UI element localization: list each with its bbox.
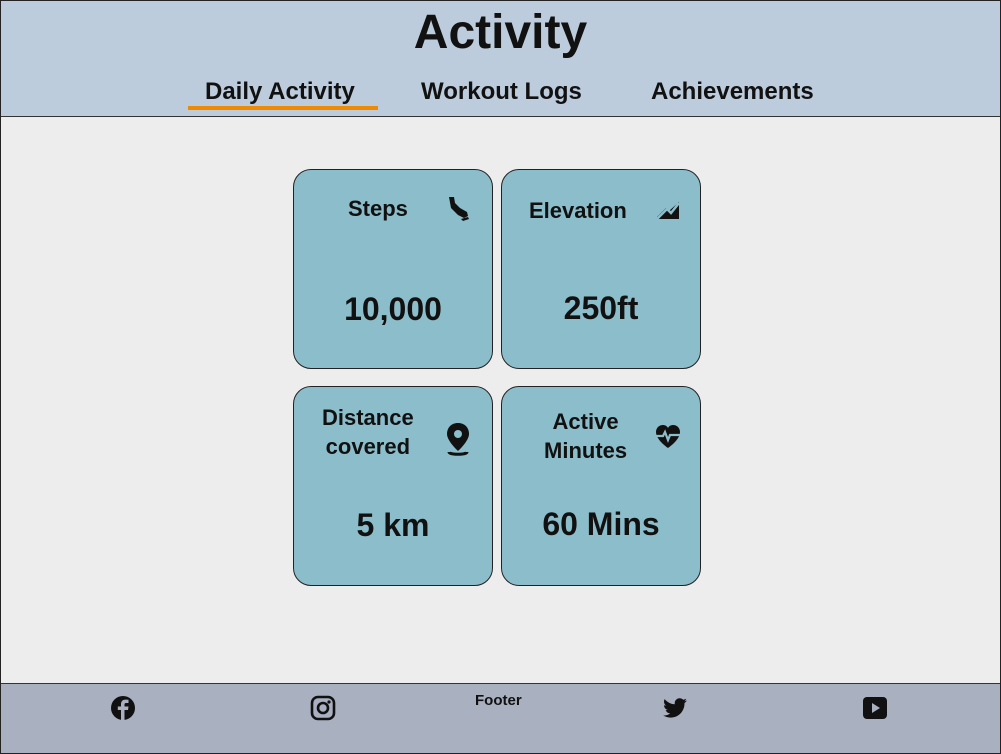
facebook-icon[interactable] xyxy=(109,694,137,722)
card-label-line: Active xyxy=(552,409,619,434)
heart-pulse-icon xyxy=(654,423,682,451)
card-value: 60 Mins xyxy=(542,506,660,542)
elevation-icon xyxy=(654,194,682,222)
app-frame: Activity Daily Activity Workout Logs Ach… xyxy=(0,0,1001,754)
footer-label: Footer xyxy=(475,692,522,709)
active-minutes-card[interactable]: Active Minutes 60 Mins xyxy=(501,386,701,586)
steps-card[interactable]: Steps 10,000 xyxy=(293,169,493,369)
card-label-line: Minutes xyxy=(544,438,628,463)
card-label: Elevation xyxy=(529,198,627,223)
active-tab-indicator xyxy=(188,106,378,110)
card-label-line: covered xyxy=(325,434,411,459)
elevation-card[interactable]: Elevation 250ft xyxy=(501,169,701,369)
footer: Footer xyxy=(1,683,1000,753)
card-value: 250ft xyxy=(563,290,639,326)
shoe-icon xyxy=(444,194,472,222)
card-label-line: Distance xyxy=(322,405,414,430)
card-value: 10,000 xyxy=(344,291,442,327)
twitter-icon[interactable] xyxy=(661,694,689,722)
page-title: Activity xyxy=(413,6,588,59)
card-label: Steps xyxy=(348,196,408,221)
youtube-icon[interactable] xyxy=(861,694,889,722)
tab-achievements[interactable]: Achievements xyxy=(651,77,814,107)
tab-daily-activity[interactable]: Daily Activity xyxy=(205,77,355,107)
card-label: Active Minutes xyxy=(544,407,627,465)
tab-workout-logs[interactable]: Workout Logs xyxy=(421,77,582,107)
distance-card[interactable]: Distance covered 5 km xyxy=(293,386,493,586)
card-value: 5 km xyxy=(356,507,430,543)
instagram-icon[interactable] xyxy=(309,694,337,722)
location-pin-icon xyxy=(444,421,472,457)
header: Activity Daily Activity Workout Logs Ach… xyxy=(1,1,1000,117)
card-label: Distance covered xyxy=(322,403,414,461)
